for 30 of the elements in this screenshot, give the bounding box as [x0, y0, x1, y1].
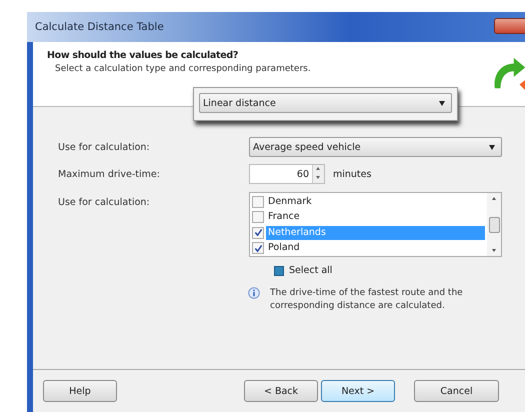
window-title: Calculate Distance Table: [35, 21, 164, 33]
nav-button[interactable]: Next >: [321, 380, 395, 402]
nav-button[interactable]: < Back: [244, 380, 318, 402]
list-item[interactable]: Denmark: [266, 194, 485, 209]
header-title: How should the values be calculated?: [47, 50, 240, 61]
list-item[interactable]: Poland: [266, 241, 485, 256]
checkbox[interactable]: [252, 226, 264, 239]
country-list[interactable]: Denmark France Netherlands Poland: [249, 192, 502, 257]
info-icon: [248, 287, 260, 299]
header-subtitle: Select a calculation type and corresponding parameters.: [55, 64, 312, 74]
caret-icon: [439, 100, 445, 106]
field-label: Use for calculation:: [58, 141, 151, 153]
scrollbar[interactable]: [487, 193, 501, 256]
info-text: The drive-time of the fastest route and the corresponding distance are calculated.: [270, 287, 464, 313]
select-all-label: Select all: [289, 265, 332, 276]
calculation-type-dropdown[interactable]: Linear distance: [199, 93, 452, 113]
drive-time-spinbox[interactable]: 60: [249, 164, 325, 184]
caret-icon: [489, 144, 495, 150]
unit-label: minutes: [333, 168, 372, 180]
vehicle-dropdown[interactable]: Average speed vehicle: [249, 137, 502, 157]
cancel-button[interactable]: Cancel: [414, 380, 499, 402]
checkbox[interactable]: [252, 196, 264, 208]
checkbox[interactable]: [252, 211, 264, 224]
close-button[interactable]: [494, 18, 525, 34]
select-all-checkbox[interactable]: [274, 266, 284, 276]
list-item[interactable]: France: [266, 210, 485, 224]
field-label: Use for calculation:: [58, 196, 151, 208]
help-button[interactable]: Help: [43, 380, 117, 402]
checkbox[interactable]: [252, 242, 264, 254]
field-label: Maximum drive-time:: [58, 168, 161, 180]
